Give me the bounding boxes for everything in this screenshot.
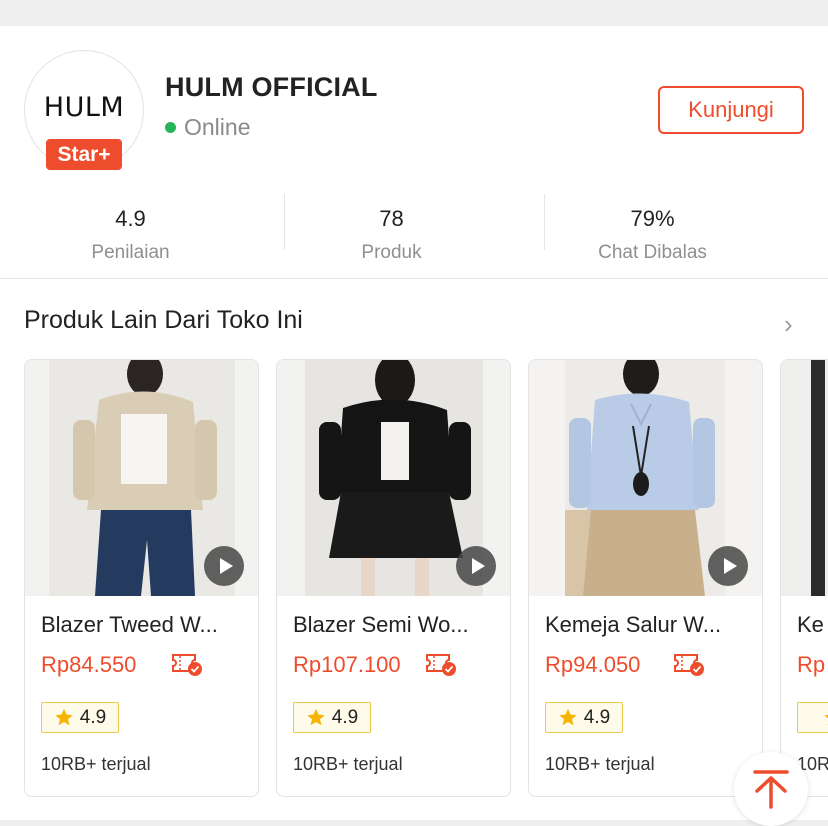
stat-rating-label: Penilaian xyxy=(91,242,170,263)
rating-value: 4.9 xyxy=(331,706,359,728)
voucher-check-icon xyxy=(172,654,202,676)
stat-divider xyxy=(544,194,545,250)
stat-chat-reply: 79% Chat Dibalas xyxy=(522,192,783,278)
stat-rating: 4.9 Penilaian xyxy=(0,192,261,278)
product-price: Rp94.050 xyxy=(545,652,641,677)
play-icon[interactable] xyxy=(456,546,496,586)
product-image[interactable] xyxy=(529,360,762,596)
shop-logo-text: HULM xyxy=(43,91,125,123)
star-icon xyxy=(55,709,73,726)
star-icon xyxy=(824,714,828,726)
sold-count: 10RB+ terjual xyxy=(41,754,151,774)
shop-stats: 4.9 Penilaian 78 Produk 79% Chat Dibalas xyxy=(0,192,828,278)
stat-rating-value: 4.9 xyxy=(115,206,146,231)
play-icon[interactable] xyxy=(204,546,244,586)
rating-badge xyxy=(797,702,828,733)
stat-products-label: Produk xyxy=(361,242,422,263)
product-card[interactable]: Blazer Semi Wo... Rp107.100 4.9 10RB+ te… xyxy=(276,359,511,797)
play-icon[interactable] xyxy=(708,546,748,586)
rating-badge: 4.9 xyxy=(545,702,623,733)
product-name: Kemeja Salur W... xyxy=(545,612,722,637)
stat-chat-reply-value: 79% xyxy=(630,206,675,231)
product-price: Rp107.100 xyxy=(293,652,401,677)
shop-card: HULM Star+ HULM OFFICIAL Online Kunjungi… xyxy=(0,26,828,820)
product-carousel[interactable]: Blazer Tweed W... Rp84.550 4.9 10RB+ ter… xyxy=(0,359,828,799)
product-image[interactable] xyxy=(781,360,828,596)
rating-badge: 4.9 xyxy=(293,702,371,733)
product-card[interactable]: Ke Rp 10R xyxy=(780,359,828,797)
star-icon xyxy=(307,709,325,726)
top-divider-strip xyxy=(0,0,828,26)
visit-shop-button[interactable]: Kunjungi xyxy=(658,86,804,134)
online-dot-icon xyxy=(165,122,176,133)
product-card[interactable]: Kemeja Salur W... Rp94.050 4.9 10RB+ ter… xyxy=(528,359,763,797)
stat-products: 78 Produk xyxy=(261,192,522,278)
product-photo-partial xyxy=(781,360,828,596)
rating-badge: 4.9 xyxy=(41,702,119,733)
product-name: Blazer Tweed W... xyxy=(41,612,218,637)
shop-name[interactable]: HULM OFFICIAL xyxy=(165,72,378,103)
sold-count: 10RB+ terjual xyxy=(293,754,403,774)
bottom-divider-strip xyxy=(0,820,828,825)
star-icon xyxy=(559,709,577,726)
stat-divider xyxy=(284,194,285,250)
chevron-right-icon[interactable]: › xyxy=(784,309,793,340)
sold-count: 10RB+ terjual xyxy=(545,754,655,774)
rating-value: 4.9 xyxy=(583,706,611,728)
product-card[interactable]: Blazer Tweed W... Rp84.550 4.9 10RB+ ter… xyxy=(24,359,259,797)
online-status: Online xyxy=(165,114,250,141)
stat-products-value: 78 xyxy=(379,206,404,231)
product-price: Rp84.550 xyxy=(41,652,137,677)
voucher-check-icon xyxy=(426,654,456,676)
online-status-text: Online xyxy=(184,114,251,140)
rating-value: 4.9 xyxy=(79,706,107,728)
product-image[interactable] xyxy=(25,360,258,596)
voucher-check-icon xyxy=(674,654,704,676)
stat-chat-reply-label: Chat Dibalas xyxy=(598,242,707,263)
section-divider xyxy=(0,278,828,279)
star-plus-badge: Star+ xyxy=(46,139,122,170)
product-image[interactable] xyxy=(277,360,510,596)
arrow-up-to-top-icon xyxy=(753,770,789,809)
product-name: Blazer Semi Wo... xyxy=(293,612,469,637)
product-name: Ke xyxy=(797,612,824,637)
scroll-to-top-button[interactable] xyxy=(734,752,808,826)
product-price: Rp xyxy=(797,652,826,677)
section-title[interactable]: Produk Lain Dari Toko Ini xyxy=(24,306,303,335)
